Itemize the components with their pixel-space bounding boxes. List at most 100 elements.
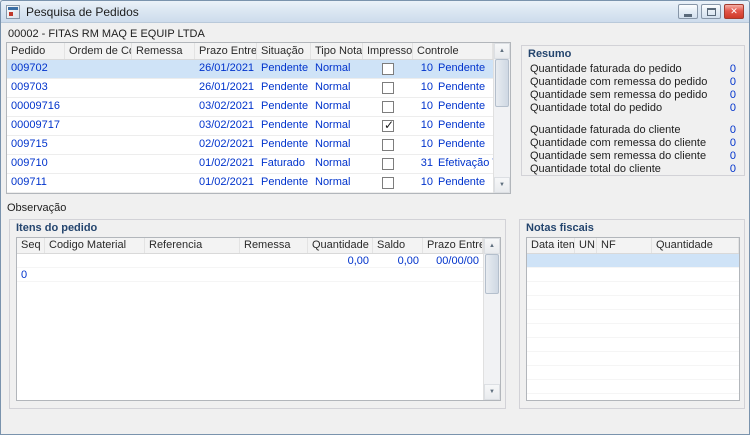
- cell-tipo-nota: Normal: [311, 117, 363, 135]
- cell-ordem-compra: [65, 155, 132, 173]
- nota-empty-row: [527, 310, 739, 324]
- resumo-label: Quantidade total do pedido: [530, 102, 662, 115]
- notas-title: Notas fiscais: [526, 222, 594, 234]
- order-row[interactable]: 009715 02/02/2021 Pendente Normal 10Pend…: [7, 136, 510, 155]
- app-icon: [6, 5, 20, 19]
- impresso-checkbox[interactable]: [382, 63, 394, 75]
- minimize-button[interactable]: [678, 4, 698, 19]
- impresso-checkbox[interactable]: [382, 120, 394, 132]
- itens-title: Itens do pedido: [16, 222, 97, 234]
- maximize-icon: [707, 8, 716, 16]
- column-header-situacao[interactable]: Situação: [257, 43, 311, 59]
- cell-pedido: 00009717: [7, 117, 65, 135]
- controle-status: Pendente: [438, 62, 485, 74]
- nota-empty-row: [527, 366, 739, 380]
- cell-seq: 0: [17, 268, 45, 281]
- column-header-un[interactable]: UN: [575, 238, 597, 253]
- order-row[interactable]: 00009716 03/02/2021 Pendente Normal 10Pe…: [7, 98, 510, 117]
- scroll-up-icon[interactable]: ▲: [494, 43, 510, 59]
- column-header-ordem-compra[interactable]: Ordem de Compra: [65, 43, 132, 59]
- maximize-button[interactable]: [701, 4, 721, 19]
- cell-prazo-entrega: 00/00/00: [423, 254, 483, 267]
- column-header-saldo[interactable]: Saldo: [373, 238, 423, 253]
- column-header-impresso[interactable]: Impresso: [363, 43, 413, 59]
- item-row[interactable]: 0: [17, 268, 500, 282]
- controle-number: 10: [417, 119, 433, 131]
- column-header-prazo-entrega[interactable]: Prazo Entrega: [423, 238, 483, 253]
- column-header-tipo-nota[interactable]: Tipo Nota: [311, 43, 363, 59]
- notas-fiscais-panel: Notas fiscais Data item UN NF Quantidade: [519, 219, 745, 409]
- cell-prazo-entrega: 01/02/2021: [195, 155, 257, 173]
- column-header-pedido[interactable]: Pedido: [7, 43, 65, 59]
- cell-pedido: 009715: [7, 136, 65, 154]
- controle-number: 10: [417, 100, 433, 112]
- close-button[interactable]: ✕: [724, 4, 744, 19]
- orders-grid-scrollbar[interactable]: ▲ ▼: [493, 43, 510, 193]
- client-header: 00002 - FITAS RM MAQ E EQUIP LTDA: [8, 28, 205, 40]
- controle-number: 10: [417, 176, 433, 188]
- itens-grid-scrollbar[interactable]: ▲ ▼: [483, 238, 500, 400]
- cell-ordem-compra: [65, 79, 132, 97]
- column-header-quantidade[interactable]: Quantidade: [308, 238, 373, 253]
- cell-seq: [17, 254, 45, 267]
- observacao-label: Observação: [7, 202, 66, 214]
- cell-controle: 31 Efetivação Total: [413, 155, 493, 173]
- column-header-remessa[interactable]: Remessa: [240, 238, 308, 253]
- column-header-prazo-entrega[interactable]: Prazo Entrega: [195, 43, 257, 59]
- column-header-codigo-material[interactable]: Codigo Material: [45, 238, 145, 253]
- controle-status: Efetivação Total: [438, 157, 493, 169]
- itens-grid-header: Seq Codigo Material Referencia Remessa Q…: [17, 238, 500, 254]
- cell-situacao: Pendente: [257, 117, 311, 135]
- resumo-label: Quantidade total do cliente: [530, 163, 661, 176]
- resumo-panel: Resumo Quantidade faturada do pedido0 Qu…: [521, 45, 745, 176]
- cell-ordem-compra: [65, 117, 132, 135]
- orders-grid[interactable]: Pedido Ordem de Compra Remessa Prazo Ent…: [6, 42, 511, 194]
- resumo-value: 0: [730, 63, 736, 76]
- notas-grid[interactable]: Data item UN NF Quantidade: [526, 237, 740, 401]
- scroll-down-icon[interactable]: ▼: [494, 177, 510, 193]
- impresso-checkbox[interactable]: [382, 139, 394, 151]
- column-header-quantidade[interactable]: Quantidade: [652, 238, 739, 253]
- order-row[interactable]: 009711 01/02/2021 Pendente Normal 10Pend…: [7, 174, 510, 193]
- impresso-checkbox[interactable]: [382, 101, 394, 113]
- cell-prazo-entrega: 26/01/2021: [195, 79, 257, 97]
- resumo-item: Quantidade faturada do pedido0: [530, 63, 736, 76]
- cell-impresso: [363, 117, 413, 135]
- controle-status: Pendente: [438, 100, 485, 112]
- cell-pedido: 00009716: [7, 98, 65, 116]
- impresso-checkbox[interactable]: [382, 158, 394, 170]
- order-row[interactable]: 009710 01/02/2021 Faturado Normal 31 Efet…: [7, 155, 510, 174]
- controle-number: 31: [417, 157, 433, 169]
- resumo-value: 0: [730, 76, 736, 89]
- cell-impresso: [363, 174, 413, 192]
- cell-impresso: [363, 136, 413, 154]
- cell-pedido: 009703: [7, 79, 65, 97]
- cell-situacao: Pendente: [257, 98, 311, 116]
- title-bar[interactable]: Pesquisa de Pedidos ✕: [1, 1, 749, 23]
- column-header-referencia[interactable]: Referencia: [145, 238, 240, 253]
- column-header-nf[interactable]: NF: [597, 238, 652, 253]
- impresso-checkbox[interactable]: [382, 82, 394, 94]
- cell-pedido: 009702: [7, 60, 65, 78]
- column-header-controle[interactable]: Controle: [413, 43, 493, 59]
- order-row[interactable]: 009703 26/01/2021 Pendente Normal 10Pend…: [7, 79, 510, 98]
- cell-ordem-compra: [65, 136, 132, 154]
- itens-grid[interactable]: Seq Codigo Material Referencia Remessa Q…: [16, 237, 501, 401]
- window-controls: ✕: [678, 4, 744, 19]
- impresso-checkbox[interactable]: [382, 177, 394, 189]
- column-header-seq[interactable]: Seq: [17, 238, 45, 253]
- scroll-up-icon[interactable]: ▲: [484, 238, 500, 254]
- order-row[interactable]: 009702 26/01/2021 Pendente Normal 10Pend…: [7, 60, 510, 79]
- scroll-thumb[interactable]: [485, 254, 499, 294]
- nota-row[interactable]: [527, 254, 739, 268]
- column-header-data-item[interactable]: Data item: [527, 238, 575, 253]
- scroll-thumb[interactable]: [495, 59, 509, 107]
- cell-tipo-nota: Normal: [311, 155, 363, 173]
- scroll-down-icon[interactable]: ▼: [484, 384, 500, 400]
- close-icon: ✕: [730, 7, 738, 16]
- cell-situacao: Faturado: [257, 155, 311, 173]
- order-row[interactable]: 00009717 03/02/2021 Pendente Normal 10Pe…: [7, 117, 510, 136]
- column-header-remessa[interactable]: Remessa: [132, 43, 195, 59]
- item-row[interactable]: 0,00 0,00 00/00/00: [17, 254, 500, 268]
- cell-pedido: 009710: [7, 155, 65, 173]
